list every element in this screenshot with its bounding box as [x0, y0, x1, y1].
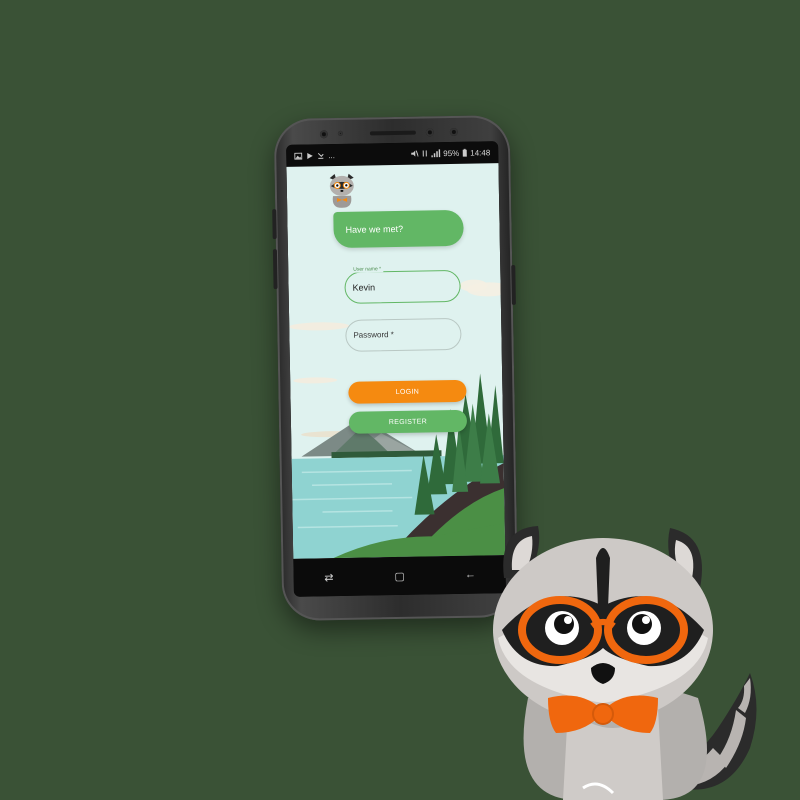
username-label: User name *: [351, 266, 384, 273]
username-field[interactable]: User name * Kevin: [344, 266, 461, 304]
login-button[interactable]: LOGIN: [348, 379, 467, 404]
greeting-text: Have we met?: [345, 223, 404, 235]
recent-apps-button[interactable]: ⇄: [314, 562, 345, 593]
power-button: [511, 264, 516, 305]
phone-device: ... 95% 14:48 Have we met? User name * K…: [272, 114, 519, 622]
back-button[interactable]: ←: [455, 559, 486, 590]
password-placeholder: Password *: [353, 330, 394, 340]
data-icon: [422, 150, 427, 157]
password-field[interactable]: Password *: [345, 317, 462, 352]
home-button[interactable]: ▢: [384, 561, 415, 592]
raccoon-avatar: [329, 173, 354, 208]
front-camera: [319, 130, 328, 139]
battery-percent: 95%: [443, 148, 460, 158]
proximity-sensor: [337, 130, 343, 136]
play-icon: [307, 152, 313, 159]
login-label: LOGIN: [395, 388, 420, 396]
front-camera-2: [449, 127, 458, 137]
username-value: Kevin: [352, 282, 376, 293]
greeting-bubble: Have we met?: [333, 209, 464, 249]
phone-speaker: [369, 130, 416, 136]
bixby-button: [272, 249, 278, 290]
image-icon: [294, 152, 303, 160]
phone-screen: ... 95% 14:48 Have we met? User name * K…: [286, 141, 506, 597]
raccoon-mascot: [493, 526, 757, 800]
navigation-bar: ⇄ ▢ ←: [293, 555, 506, 597]
signal-icon: [431, 149, 441, 158]
register-button[interactable]: REGISTER: [348, 409, 468, 434]
volume-button: [272, 209, 277, 240]
battery-icon: [462, 148, 467, 157]
login-screen: Have we met? User name * Kevin Password …: [286, 163, 506, 559]
clock: 14:48: [470, 147, 491, 158]
more-notifications: ...: [328, 150, 336, 160]
missed-call-icon: [317, 152, 324, 159]
register-label: REGISTER: [388, 417, 428, 426]
mute-icon: [411, 150, 419, 157]
iris-scanner: [425, 128, 434, 137]
